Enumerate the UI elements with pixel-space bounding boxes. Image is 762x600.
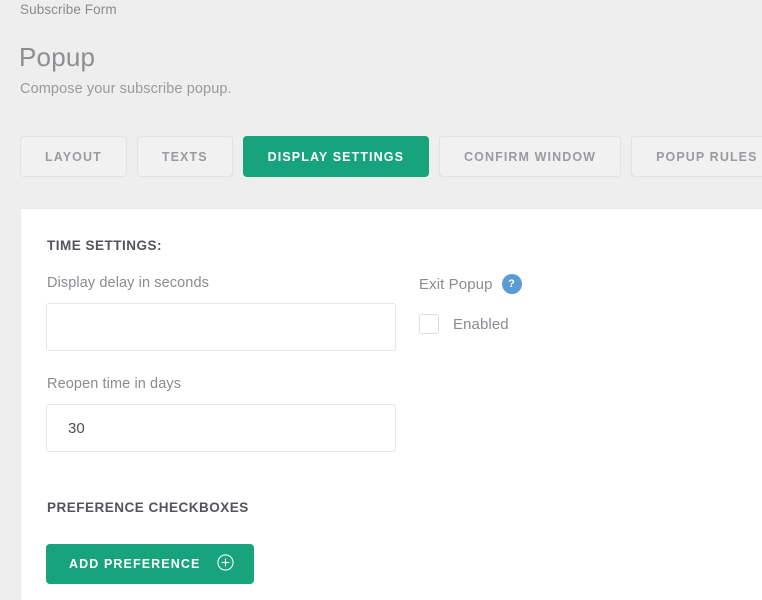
exit-popup-label: Exit Popup (419, 275, 493, 293)
add-preference-button[interactable]: ADD PREFERENCE (46, 544, 255, 584)
tab-display-settings[interactable]: DISPLAY SETTINGS (242, 136, 430, 177)
exit-popup-group: Exit Popup ? (419, 274, 522, 294)
exit-popup-enabled-row[interactable]: Enabled (419, 314, 509, 334)
tab-layout[interactable]: LAYOUT (20, 136, 127, 177)
tab-texts[interactable]: TEXTS (136, 136, 233, 177)
tab-popup-rules[interactable]: POPUP RULES (631, 136, 762, 177)
breadcrumb[interactable]: Subscribe Form (20, 2, 117, 17)
display-delay-input[interactable] (46, 303, 396, 351)
display-settings-panel: TIME SETTINGS: Display delay in seconds … (20, 208, 762, 600)
page-title: Popup (19, 42, 96, 72)
reopen-time-label: Reopen time in days (47, 376, 182, 392)
tab-bar: LAYOUT TEXTS DISPLAY SETTINGS CONFIRM WI… (20, 136, 762, 177)
display-delay-label: Display delay in seconds (47, 275, 209, 291)
exit-popup-enabled-label: Enabled (453, 315, 509, 333)
add-preference-label: ADD PREFERENCE (69, 557, 201, 571)
preference-checkboxes-heading: PREFERENCE CHECKBOXES (47, 500, 249, 515)
question-mark-icon[interactable]: ? (501, 274, 522, 294)
exit-popup-enabled-checkbox[interactable] (419, 314, 439, 334)
page-subtitle: Compose your subscribe popup. (20, 81, 232, 97)
reopen-time-input[interactable] (46, 404, 396, 452)
time-settings-heading: TIME SETTINGS: (47, 238, 162, 253)
tab-confirm-window[interactable]: CONFIRM WINDOW (439, 136, 622, 177)
plus-circle-icon (217, 554, 235, 574)
